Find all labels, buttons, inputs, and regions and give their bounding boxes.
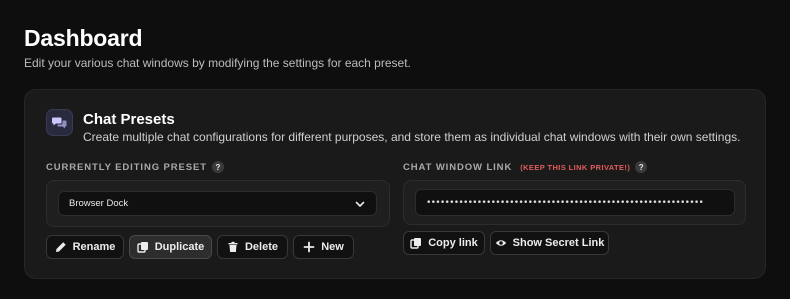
- copy-icon: [137, 242, 148, 253]
- preset-section-label: CURRENTLY EDITING PRESET ?: [46, 161, 224, 173]
- duplicate-button[interactable]: Duplicate: [129, 235, 212, 259]
- chevron-down-icon: [355, 201, 365, 207]
- link-field-box: ••••••••••••••••••••••••••••••••••••••••…: [403, 180, 746, 225]
- show-secret-label: Show Secret Link: [512, 237, 605, 249]
- duplicate-label: Duplicate: [154, 241, 205, 253]
- new-label: New: [321, 241, 344, 253]
- link-label-text: CHAT WINDOW LINK: [403, 161, 513, 173]
- new-button[interactable]: New: [293, 235, 354, 259]
- rename-button[interactable]: Rename: [46, 235, 124, 259]
- pencil-icon: [55, 242, 66, 252]
- eye-icon: [495, 240, 506, 246]
- copy-link-label: Copy link: [428, 237, 478, 249]
- preset-label-text: CURRENTLY EDITING PRESET: [46, 161, 207, 173]
- preset-selected-value: Browser Dock: [69, 198, 129, 209]
- help-icon[interactable]: ?: [635, 161, 648, 173]
- copy-link-button[interactable]: Copy link: [403, 231, 485, 255]
- page-title: Dashboard: [24, 25, 143, 51]
- help-icon[interactable]: ?: [211, 161, 224, 173]
- chat-link-field[interactable]: ••••••••••••••••••••••••••••••••••••••••…: [415, 189, 735, 216]
- rename-label: Rename: [72, 241, 116, 253]
- preset-field-box: Browser Dock: [46, 180, 390, 227]
- link-section-label: CHAT WINDOW LINK (KEEP THIS LINK PRIVATE…: [403, 161, 648, 173]
- chat-presets-card: Chat Presets Create multiple chat config…: [24, 89, 766, 279]
- delete-button[interactable]: Delete: [217, 235, 288, 259]
- preset-select[interactable]: Browser Dock: [58, 191, 377, 216]
- chat-bubbles-icon: [46, 109, 73, 136]
- show-secret-link-button[interactable]: Show Secret Link: [490, 231, 609, 255]
- link-warning: (KEEP THIS LINK PRIVATE!): [520, 162, 631, 172]
- card-description: Create multiple chat configurations for …: [83, 130, 741, 144]
- delete-label: Delete: [244, 241, 279, 253]
- copy-icon: [410, 238, 422, 249]
- page-subtitle: Edit your various chat windows by modify…: [24, 56, 411, 70]
- plus-icon: [303, 241, 315, 253]
- trash-icon: [228, 241, 238, 252]
- card-title: Chat Presets: [83, 111, 175, 128]
